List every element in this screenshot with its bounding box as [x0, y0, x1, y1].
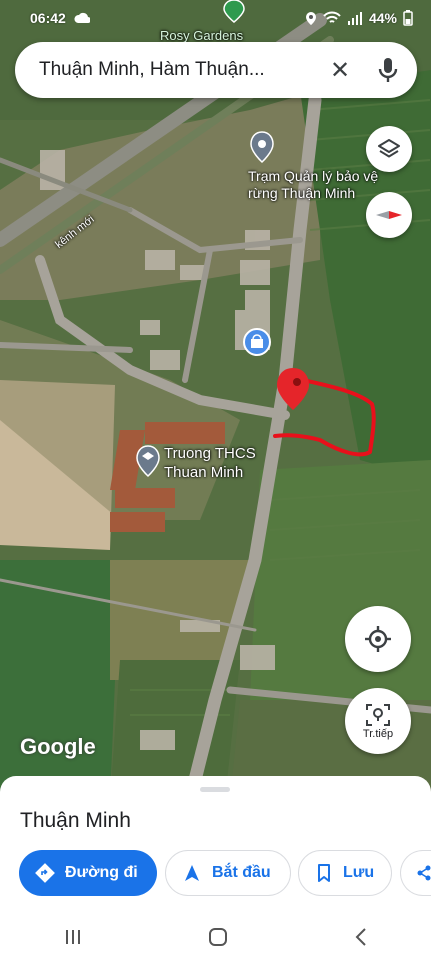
signal-icon — [347, 12, 362, 25]
start-label: Bắt đầu — [212, 864, 271, 881]
recent-apps-icon[interactable] — [63, 928, 83, 946]
directions-label: Đường đi — [65, 864, 138, 881]
place-sheet[interactable]: Thuận Minh Đường đi Bắt đầu Lưu — [0, 776, 431, 960]
crosshair-icon — [365, 626, 391, 652]
street-view-icon — [366, 703, 390, 726]
map-imagery — [0, 0, 431, 800]
drag-handle[interactable] — [200, 787, 230, 792]
home-icon[interactable] — [208, 927, 228, 947]
directions-button[interactable]: Đường đi — [19, 850, 157, 896]
status-bar: 06:42 44% — [0, 0, 431, 36]
save-label: Lưu — [343, 864, 375, 881]
location-status-icon — [305, 12, 316, 25]
save-button[interactable]: Lưu — [298, 850, 392, 896]
layers-button[interactable] — [366, 126, 412, 172]
compass-button[interactable] — [366, 192, 412, 238]
street-view-button[interactable]: Tr.tiếp — [345, 688, 411, 754]
street-view-label: Tr.tiếp — [362, 727, 394, 740]
start-button[interactable]: Bắt đầu — [165, 850, 291, 896]
back-icon[interactable] — [354, 927, 368, 947]
map-label-station-line1: Trạm Quản lý bảo vệ — [248, 168, 379, 184]
navigation-arrow-icon — [185, 865, 199, 881]
place-title: Thuận Minh — [20, 809, 131, 832]
map-label-station: Trạm Quản lý bảo vệ rừng Thuận Minh — [248, 168, 378, 202]
shop-poi-icon[interactable] — [243, 328, 271, 356]
battery-icon — [403, 10, 413, 26]
android-nav-bar — [0, 914, 431, 960]
share-button[interactable] — [400, 850, 431, 896]
battery-percent: 44% — [368, 10, 397, 26]
map-label-school: Truong THCS Thuan Minh — [164, 444, 256, 482]
time: 06:42 — [30, 10, 66, 26]
compass-icon — [376, 211, 402, 219]
share-icon — [417, 865, 431, 881]
cloud-icon — [74, 12, 90, 23]
google-logo: Google — [20, 734, 96, 759]
bookmark-icon — [318, 864, 330, 882]
map-label-station-line2: rừng Thuận Minh — [248, 185, 356, 201]
map-label-school-line1: Truong THCS — [164, 445, 256, 462]
search-query[interactable]: Thuận Minh, Hàm Thuận... — [39, 59, 309, 81]
close-icon[interactable]: ✕ — [327, 57, 353, 84]
map-label-school-line2: Thuan Minh — [164, 464, 244, 481]
directions-icon — [35, 863, 55, 883]
wifi-icon — [323, 11, 341, 23]
layers-icon — [378, 139, 400, 158]
my-location-button[interactable] — [345, 606, 411, 672]
satellite-map[interactable]: Rosy Gardens Trạm Quản lý bảo vệ rừng Th… — [0, 0, 431, 800]
microphone-icon[interactable] — [377, 56, 399, 84]
search-bar[interactable]: Thuận Minh, Hàm Thuận... ✕ — [15, 42, 417, 98]
